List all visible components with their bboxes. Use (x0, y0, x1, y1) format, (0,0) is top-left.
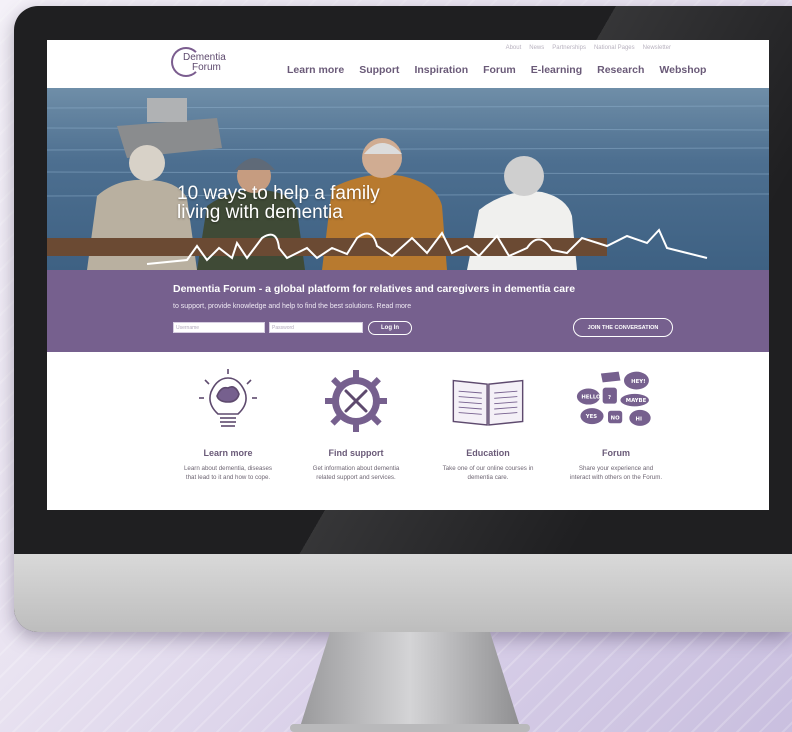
intro-subtitle: to support, provide knowledge and help t… (173, 303, 412, 310)
feature-desc-line: related support and services. (316, 474, 396, 481)
login-button[interactable]: Log In (368, 321, 412, 335)
feature-description: Learn about dementia, diseases that lead… (163, 464, 293, 482)
feature-desc-line: dementia care. (467, 474, 509, 481)
feature-desc-line: Take one of our online courses in (442, 465, 534, 472)
bubble-text: YES (585, 414, 597, 420)
nav-e-learning[interactable]: E-learning (531, 64, 582, 76)
nav-inspiration[interactable]: Inspiration (414, 64, 468, 76)
username-input[interactable]: Username (173, 322, 265, 333)
bubble-text: HELLO (581, 394, 601, 400)
hero-title-line1: 10 ways to help a family (177, 183, 380, 204)
gear-tools-icon (325, 370, 387, 432)
top-link-national-pages[interactable]: National Pages (594, 45, 635, 51)
monitor-stand (290, 632, 530, 732)
speech-bubbles-icon: HEY! HELLO ? YES MAYBE NO HI (576, 371, 651, 426)
feature-description: Take one of our online courses in dement… (423, 464, 553, 482)
feature-title[interactable]: Forum (551, 448, 681, 458)
nav-support[interactable]: Support (359, 64, 399, 76)
bubble-text: NO (611, 416, 620, 422)
main-nav: Learn more Support Inspiration Forum E-l… (287, 64, 706, 76)
feature-forum[interactable]: HEY! HELLO ? YES MAYBE NO HI Forum Share… (551, 366, 681, 482)
monitor-chin (14, 554, 792, 632)
feature-desc-line: that lead to it and how to cope. (185, 474, 271, 481)
feature-title[interactable]: Find support (291, 448, 421, 458)
lightbulb-brain-icon (199, 369, 257, 427)
top-link-about[interactable]: About (506, 45, 522, 51)
nav-learn-more[interactable]: Learn more (287, 64, 344, 76)
open-book-icon (452, 379, 524, 426)
feature-description: Get information about dementia related s… (291, 464, 421, 482)
join-conversation-button[interactable]: JOIN THE CONVERSATION (573, 318, 673, 337)
hero-photo (47, 98, 769, 270)
features-section: Learn more Learn about dementia, disease… (47, 352, 769, 510)
hero-banner[interactable]: 10 ways to help a family living with dem… (47, 88, 769, 270)
feature-education[interactable]: Education Take one of our online courses… (423, 366, 553, 482)
intro-title: Dementia Forum - a global platform for r… (173, 283, 576, 295)
bubble-text: HEY! (631, 379, 645, 385)
nav-webshop[interactable]: Webshop (659, 64, 706, 76)
top-links: About News Partnerships National Pages N… (506, 45, 671, 51)
feature-desc-line: interact with others on the Forum. (569, 474, 663, 481)
password-input[interactable]: Password (269, 322, 363, 333)
intro-band: Dementia Forum - a global platform for r… (47, 270, 769, 352)
feature-title[interactable]: Learn more (163, 448, 293, 458)
feature-title[interactable]: Education (423, 448, 553, 458)
browser-screen: Dementia Forum About News Partnerships N… (47, 40, 769, 510)
feature-desc-line: Get information about dementia (312, 465, 400, 472)
bubble-text: HI (636, 417, 642, 423)
nav-forum[interactable]: Forum (483, 64, 516, 76)
logo-text-forum: Forum (192, 62, 221, 73)
site-header: Dementia Forum About News Partnerships N… (47, 40, 769, 88)
feature-learn-more[interactable]: Learn more Learn about dementia, disease… (163, 366, 293, 482)
feature-desc-line: Learn about dementia, diseases (183, 465, 273, 472)
top-link-news[interactable]: News (529, 45, 544, 51)
top-link-partnerships[interactable]: Partnerships (552, 45, 586, 51)
top-link-newsletter[interactable]: Newsletter (643, 45, 671, 51)
hero-title-line2: living with dementia (177, 202, 343, 223)
nav-research[interactable]: Research (597, 64, 644, 76)
feature-desc-line: Share your experience and (578, 465, 654, 472)
site-logo[interactable]: Dementia Forum (171, 45, 231, 81)
bubble-text: ? (608, 395, 611, 401)
hero-title[interactable]: 10 ways to help a family living with dem… (177, 184, 477, 222)
bubble-text: MAYBE (626, 398, 647, 404)
feature-find-support[interactable]: Find support Get information about demen… (291, 366, 421, 482)
feature-description: Share your experience and interact with … (551, 464, 681, 482)
